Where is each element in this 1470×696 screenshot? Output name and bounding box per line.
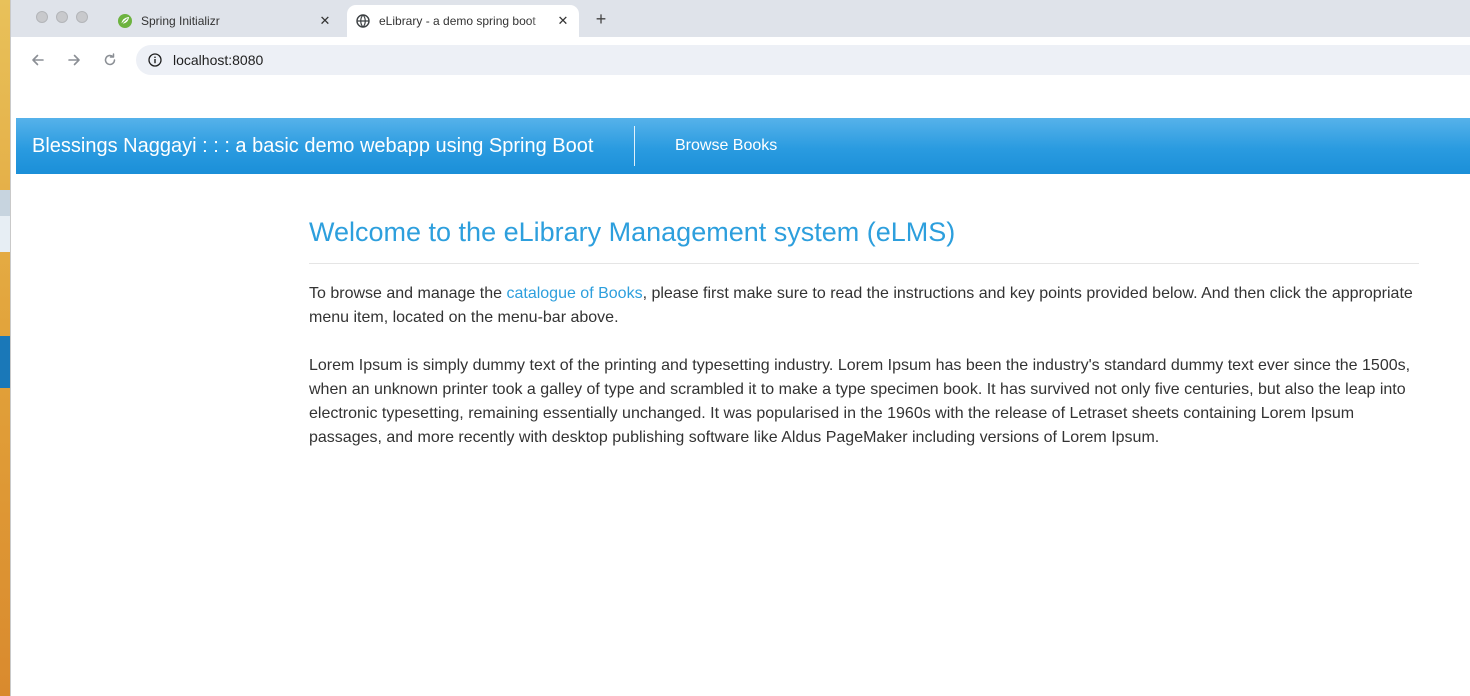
browser-window: Spring Initializr ✕ eLibrary - a demo sp… — [10, 0, 1470, 696]
back-arrow-icon[interactable] — [28, 50, 48, 70]
tab-elibrary[interactable]: eLibrary - a demo spring boot ✕ — [347, 5, 579, 37]
tab-strip: Spring Initializr ✕ eLibrary - a demo sp… — [11, 0, 1470, 37]
web-page: Blessings Naggayi : : : a basic demo web… — [16, 83, 1470, 696]
url-text[interactable]: localhost:8080 — [173, 52, 263, 68]
site-info-icon[interactable] — [147, 52, 163, 68]
maximize-window-button[interactable] — [76, 11, 88, 23]
forward-arrow-icon[interactable] — [64, 50, 84, 70]
spring-leaf-icon — [117, 13, 133, 29]
tab-title: eLibrary - a demo spring boot — [379, 14, 536, 28]
intro-paragraph: To browse and manage the catalogue of Bo… — [309, 282, 1419, 330]
page-title: Welcome to the eLibrary Management syste… — [309, 217, 956, 247]
close-tab-icon[interactable]: ✕ — [555, 13, 571, 29]
title-divider — [309, 263, 1419, 264]
close-window-button[interactable] — [36, 11, 48, 23]
window-controls — [36, 11, 88, 23]
tab-title: Spring Initializr — [141, 14, 220, 28]
minimize-window-button[interactable] — [56, 11, 68, 23]
nav-link-browse-books[interactable]: Browse Books — [675, 118, 777, 174]
close-tab-icon[interactable]: ✕ — [317, 13, 333, 29]
globe-icon — [355, 13, 371, 29]
intro-text-before-link: To browse and manage the — [309, 285, 507, 302]
navbar-divider — [634, 126, 635, 166]
reload-icon[interactable] — [100, 50, 120, 70]
tab-spring-initializr[interactable]: Spring Initializr ✕ — [109, 5, 341, 37]
main-content: Welcome to the eLibrary Management syste… — [309, 213, 1419, 474]
catalogue-of-books-link[interactable]: catalogue of Books — [506, 285, 642, 302]
address-bar[interactable]: localhost:8080 — [136, 45, 1470, 75]
new-tab-button[interactable]: + — [589, 7, 613, 31]
browser-toolbar: localhost:8080 — [11, 37, 1470, 83]
lorem-paragraph: Lorem Ipsum is simply dummy text of the … — [309, 357, 1411, 446]
site-brand[interactable]: Blessings Naggayi : : : a basic demo web… — [32, 118, 593, 174]
site-navbar: Blessings Naggayi : : : a basic demo web… — [16, 118, 1470, 174]
